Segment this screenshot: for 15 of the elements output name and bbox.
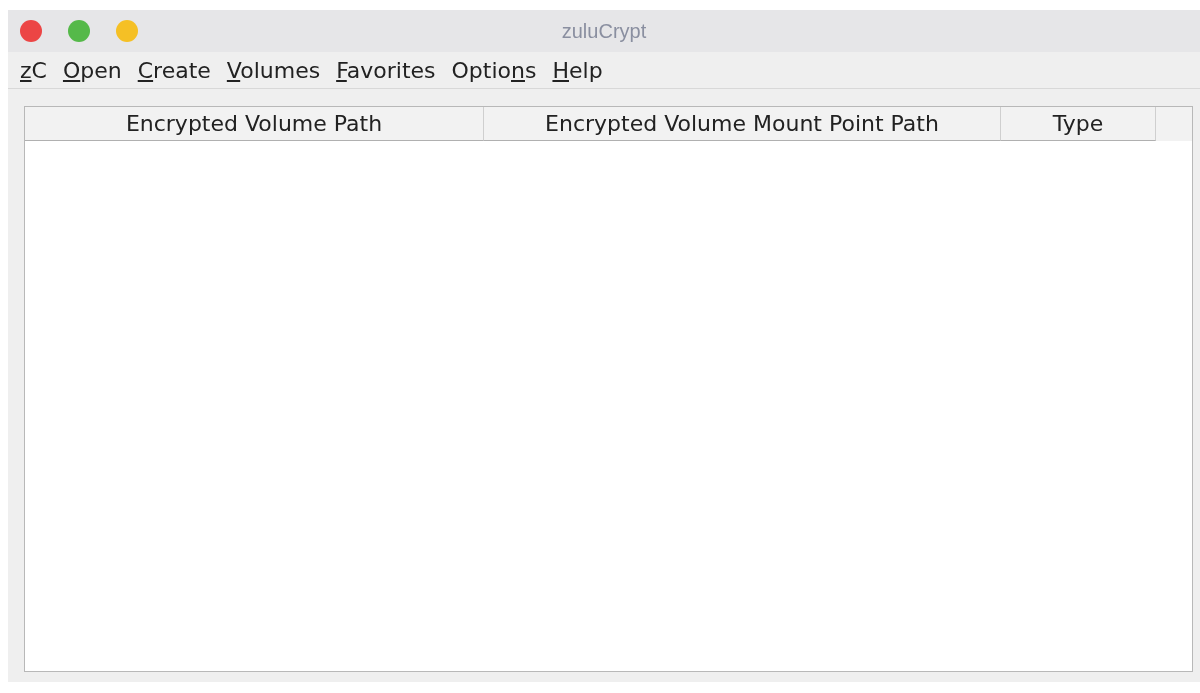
menu-item[interactable]: zC: [14, 57, 53, 83]
column-header[interactable]: Encrypted Volume Path: [25, 107, 484, 141]
menu-item[interactable]: Options: [445, 57, 543, 83]
menu-item[interactable]: Help: [546, 57, 609, 83]
header-filler: [1156, 107, 1192, 141]
minimize-icon[interactable]: [116, 20, 138, 42]
menu-item[interactable]: Open: [56, 57, 128, 83]
menu-item[interactable]: Volumes: [220, 57, 327, 83]
close-icon[interactable]: [20, 20, 42, 42]
maximize-icon[interactable]: [68, 20, 90, 42]
menu-item[interactable]: Create: [131, 57, 217, 83]
window-title: zuluCrypt: [561, 19, 647, 42]
column-header[interactable]: Encrypted Volume Mount Point Path: [484, 107, 1001, 141]
menu-item[interactable]: Favorites: [330, 57, 442, 83]
column-header[interactable]: Type: [1001, 107, 1156, 141]
